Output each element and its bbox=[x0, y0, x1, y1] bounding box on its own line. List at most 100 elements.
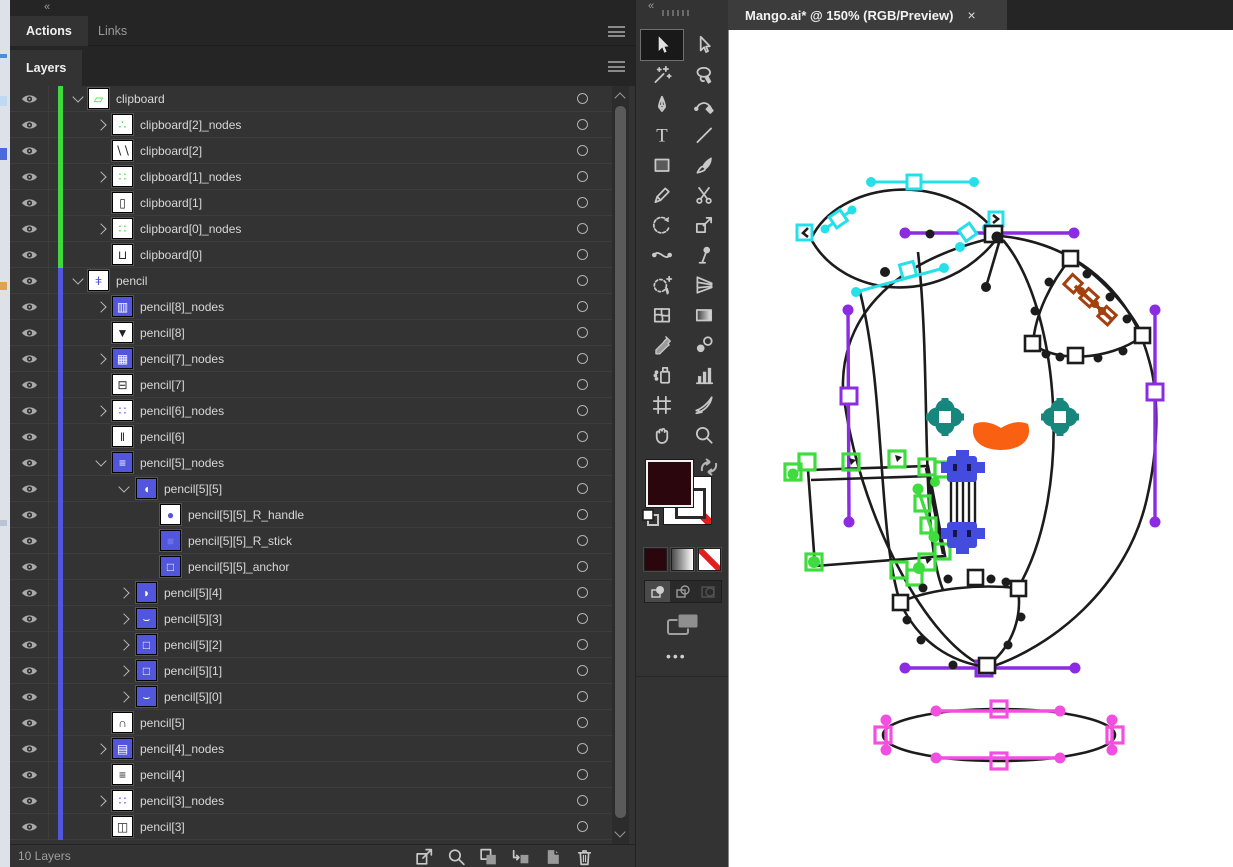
target-circle[interactable] bbox=[577, 743, 588, 754]
layer-row[interactable]: ▯ clipboard[1] bbox=[10, 190, 612, 216]
layer-row[interactable]: ▦ pencil[7]_nodes bbox=[10, 346, 612, 372]
layer-row[interactable]: ǂ pencil bbox=[10, 268, 612, 294]
scroll-down-icon[interactable] bbox=[614, 826, 626, 838]
layer-thumbnail[interactable]: ‖ bbox=[111, 425, 134, 448]
target-circle[interactable] bbox=[577, 665, 588, 676]
expander-closed-icon[interactable] bbox=[95, 223, 107, 235]
layer-thumbnail[interactable]: ⊟ bbox=[111, 373, 134, 396]
pencil-tool[interactable] bbox=[641, 180, 683, 210]
gradient-mode-button[interactable] bbox=[670, 547, 695, 572]
draw-inside-button[interactable] bbox=[696, 581, 721, 602]
draw-normal-button[interactable] bbox=[645, 581, 671, 602]
rectangle-tool[interactable] bbox=[641, 150, 683, 180]
layer-thumbnail[interactable]: ■ bbox=[159, 529, 182, 552]
target-circle[interactable] bbox=[577, 431, 588, 442]
type-tool[interactable]: T bbox=[641, 120, 683, 150]
target-circle[interactable] bbox=[577, 301, 588, 312]
expander-open-icon[interactable] bbox=[118, 481, 130, 493]
target-circle[interactable] bbox=[577, 249, 588, 260]
layer-thumbnail[interactable]: ▦ bbox=[111, 347, 134, 370]
layer-row[interactable]: ∩ pencil[5] bbox=[10, 710, 612, 736]
layer-row[interactable]: ● pencil[5][5]_R_handle bbox=[10, 502, 612, 528]
collapse-toolbar-icon[interactable]: « bbox=[648, 0, 654, 12]
lasso-tool[interactable] bbox=[683, 60, 725, 90]
visibility-toggle[interactable] bbox=[16, 559, 42, 575]
search-icon[interactable] bbox=[446, 846, 467, 867]
draw-behind-button[interactable] bbox=[670, 581, 695, 602]
layer-label[interactable]: pencil[5][4] bbox=[164, 586, 222, 600]
target-circle[interactable] bbox=[577, 691, 588, 702]
layer-label[interactable]: clipboard[1]_nodes bbox=[140, 170, 241, 184]
new-layer-icon[interactable] bbox=[542, 846, 563, 867]
eyedropper-tool[interactable] bbox=[641, 330, 683, 360]
layer-label[interactable]: pencil[5][3] bbox=[164, 612, 222, 626]
direct-selection-tool[interactable] bbox=[683, 30, 725, 60]
layer-row[interactable]: ∖∖ clipboard[2] bbox=[10, 138, 612, 164]
target-circle[interactable] bbox=[577, 509, 588, 520]
layer-row[interactable]: ∷ clipboard[1]_nodes bbox=[10, 164, 612, 190]
layer-label[interactable]: pencil[5][5]_anchor bbox=[188, 560, 289, 574]
layer-row[interactable]: ⊟ pencil[7] bbox=[10, 372, 612, 398]
layer-thumbnail[interactable]: ≡ bbox=[111, 763, 134, 786]
target-circle[interactable] bbox=[577, 379, 588, 390]
target-circle[interactable] bbox=[577, 405, 588, 416]
expander-closed-icon[interactable] bbox=[95, 301, 107, 313]
paintbrush-tool[interactable] bbox=[683, 150, 725, 180]
layer-thumbnail[interactable]: □ bbox=[135, 659, 158, 682]
layer-label[interactable]: pencil[8]_nodes bbox=[140, 300, 224, 314]
expander-closed-icon[interactable] bbox=[118, 613, 130, 625]
layer-thumbnail[interactable]: ∖∖ bbox=[111, 139, 134, 162]
line-tool[interactable] bbox=[683, 120, 725, 150]
width-tool[interactable] bbox=[641, 240, 683, 270]
artboard-tool[interactable] bbox=[641, 390, 683, 420]
rotate-tool[interactable] bbox=[641, 210, 683, 240]
layer-label[interactable]: pencil[6] bbox=[140, 430, 185, 444]
layer-thumbnail[interactable]: ∷ bbox=[111, 165, 134, 188]
target-circle[interactable] bbox=[577, 457, 588, 468]
layer-label[interactable]: pencil[7]_nodes bbox=[140, 352, 224, 366]
visibility-toggle[interactable] bbox=[16, 663, 42, 679]
visibility-toggle[interactable] bbox=[16, 429, 42, 445]
layer-label[interactable]: pencil[3] bbox=[140, 820, 185, 834]
make-clip-mask-icon[interactable] bbox=[478, 846, 499, 867]
edit-toolbar-button[interactable]: ••• bbox=[666, 648, 687, 664]
target-circle[interactable] bbox=[577, 197, 588, 208]
none-mode-button[interactable] bbox=[697, 547, 722, 572]
puppet-warp-tool[interactable] bbox=[683, 240, 725, 270]
visibility-toggle[interactable] bbox=[16, 325, 42, 341]
blend-tool[interactable] bbox=[683, 330, 725, 360]
layer-row[interactable]: ▱ clipboard bbox=[10, 86, 612, 112]
layer-row[interactable]: ◫ pencil[3] bbox=[10, 814, 612, 840]
layer-thumbnail[interactable]: ∷ bbox=[111, 789, 134, 812]
layer-row[interactable]: ∷ pencil[3]_nodes bbox=[10, 788, 612, 814]
toolbar-grip[interactable] bbox=[662, 10, 689, 16]
layer-thumbnail[interactable]: ∷ bbox=[111, 399, 134, 422]
visibility-toggle[interactable] bbox=[16, 611, 42, 627]
layer-row[interactable]: ≡ pencil[4] bbox=[10, 762, 612, 788]
visibility-toggle[interactable] bbox=[16, 793, 42, 809]
visibility-toggle[interactable] bbox=[16, 195, 42, 211]
target-circle[interactable] bbox=[577, 223, 588, 234]
layer-label[interactable]: pencil[4] bbox=[140, 768, 185, 782]
visibility-toggle[interactable] bbox=[16, 689, 42, 705]
default-fill-stroke-icon[interactable] bbox=[640, 507, 662, 529]
selection-tool[interactable] bbox=[640, 29, 684, 61]
target-circle[interactable] bbox=[577, 795, 588, 806]
layer-row[interactable]: ▥ pencil[8]_nodes bbox=[10, 294, 612, 320]
scale-tool[interactable] bbox=[683, 210, 725, 240]
expander-closed-icon[interactable] bbox=[95, 171, 107, 183]
perspective-grid-tool[interactable] bbox=[683, 270, 725, 300]
layer-label[interactable]: clipboard[0]_nodes bbox=[140, 222, 241, 236]
layer-label[interactable]: pencil[5] bbox=[140, 716, 185, 730]
visibility-toggle[interactable] bbox=[16, 247, 42, 263]
screen-mode-button[interactable] bbox=[666, 612, 700, 638]
layer-row[interactable]: ⊔ clipboard[0] bbox=[10, 242, 612, 268]
expander-closed-icon[interactable] bbox=[95, 405, 107, 417]
layer-label[interactable]: clipboard bbox=[116, 92, 165, 106]
canvas[interactable] bbox=[728, 30, 1233, 867]
target-circle[interactable] bbox=[577, 483, 588, 494]
layer-label[interactable]: pencil[5][5]_R_stick bbox=[188, 534, 292, 548]
target-circle[interactable] bbox=[577, 639, 588, 650]
visibility-toggle[interactable] bbox=[16, 169, 42, 185]
layer-label[interactable]: pencil[7] bbox=[140, 378, 185, 392]
